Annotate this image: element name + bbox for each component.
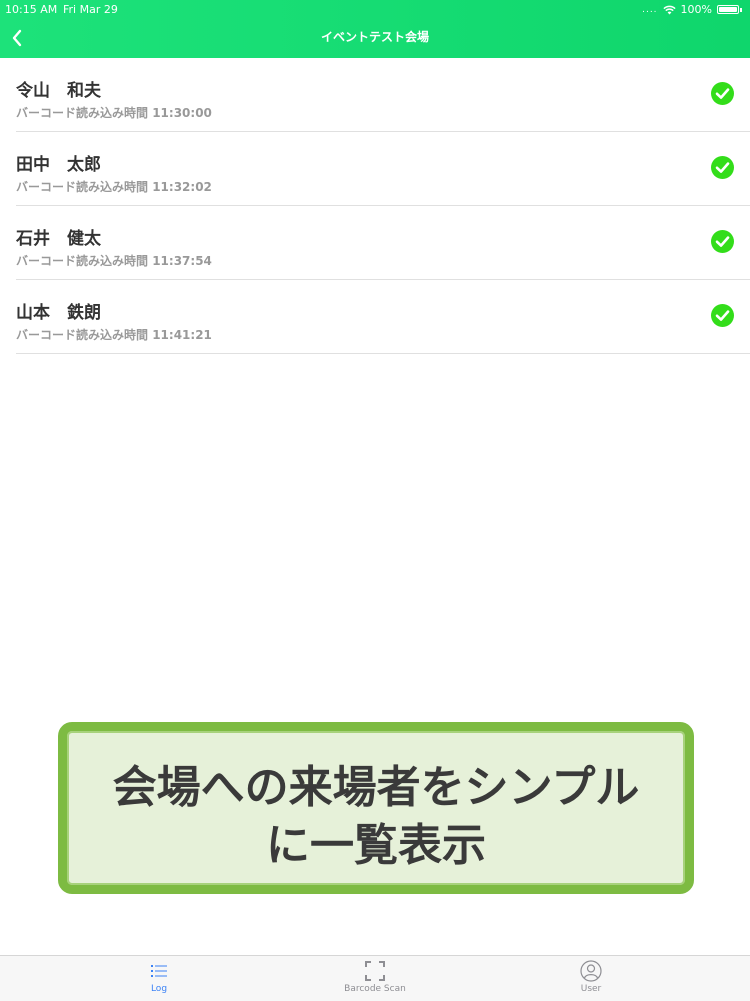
- scan-info: バーコード読み込み時間 11:41:21: [16, 326, 212, 343]
- page-title: イベントテスト会場: [320, 30, 429, 44]
- status-date: Fri Mar 29: [63, 3, 118, 16]
- scan-info: バーコード読み込み時間 11:37:54: [16, 252, 212, 269]
- attendee-name: 令山 和夫: [16, 81, 101, 101]
- check-circle-icon: [711, 156, 734, 179]
- battery-icon: [717, 5, 739, 14]
- status-right: .... 100%: [642, 3, 742, 16]
- attendee-name: 山本 鉄朗: [16, 303, 101, 323]
- navigation-bar: イベントテスト会場: [0, 18, 750, 58]
- banner-text: 会場への来場者をシンプル に一覧表示: [67, 759, 685, 875]
- scan-label: バーコード読み込み時間: [16, 180, 149, 194]
- banner-line-2: に一覧表示: [266, 820, 486, 871]
- scan-label: バーコード読み込み時間: [16, 254, 149, 268]
- battery-tip: [740, 7, 742, 12]
- scan-time: 11:37:54: [152, 254, 212, 268]
- tab-bar: Log Barcode Scan User: [0, 955, 750, 1001]
- list-item[interactable]: 田中 太郎 バーコード読み込み時間 11:32:02: [16, 132, 750, 206]
- check-circle-icon: [711, 82, 734, 105]
- scan-time: 11:41:21: [152, 328, 212, 342]
- header-bar: 10:15 AM Fri Mar 29 .... 100% イベントテスト会場: [0, 0, 750, 58]
- wifi-icon: [662, 5, 676, 14]
- list-item[interactable]: 石井 健太 バーコード読み込み時間 11:37:54: [16, 206, 750, 280]
- tab-barcode-scan-label: Barcode Scan: [344, 984, 406, 994]
- attendee-name: 石井 健太: [16, 229, 101, 249]
- scan-time: 11:30:00: [152, 106, 212, 120]
- scan-time: 11:32:02: [152, 180, 212, 194]
- attendee-list: 令山 和夫 バーコード読み込み時間 11:30:00 田中 太郎 バーコード読み…: [0, 58, 750, 354]
- scan-frame-icon: [365, 961, 385, 981]
- status-bar: 10:15 AM Fri Mar 29 .... 100%: [0, 0, 750, 18]
- list-item[interactable]: 令山 和夫 バーコード読み込み時間 11:30:00: [16, 58, 750, 132]
- scan-info: バーコード読み込み時間 11:30:00: [16, 104, 212, 121]
- signal-indicator: ....: [642, 4, 658, 15]
- tab-user[interactable]: User: [531, 960, 651, 994]
- check-circle-icon: [711, 304, 734, 327]
- promo-banner: 会場への来場者をシンプル に一覧表示: [58, 722, 694, 894]
- banner-line-1: 会場への来場者をシンプル: [112, 762, 640, 813]
- tab-log-label: Log: [150, 984, 168, 994]
- tab-barcode-scan[interactable]: Barcode Scan: [315, 960, 435, 994]
- tab-log[interactable]: Log: [99, 960, 219, 994]
- list-icon: [151, 965, 167, 977]
- attendee-name: 田中 太郎: [16, 155, 101, 175]
- check-circle-icon: [711, 230, 734, 253]
- scan-label: バーコード読み込み時間: [16, 106, 149, 120]
- user-icon: [580, 960, 602, 982]
- status-time: 10:15 AM: [5, 3, 58, 16]
- scan-label: バーコード読み込み時間: [16, 328, 149, 342]
- battery-percent: 100%: [680, 3, 712, 16]
- list-item[interactable]: 山本 鉄朗 バーコード読み込み時間 11:41:21: [16, 280, 750, 354]
- tab-user-label: User: [580, 984, 602, 994]
- scan-info: バーコード読み込み時間 11:32:02: [16, 178, 212, 195]
